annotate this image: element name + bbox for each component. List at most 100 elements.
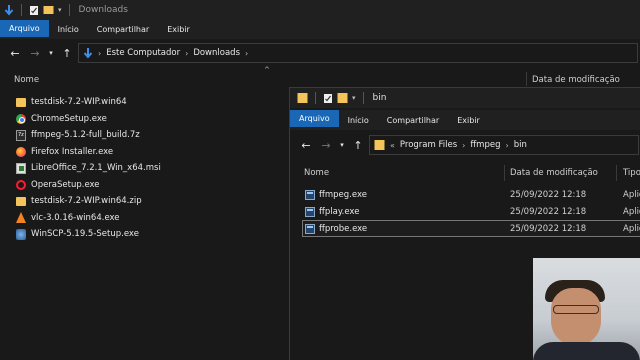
divider	[21, 4, 22, 16]
back-arrow-icon[interactable]: ←	[6, 44, 24, 62]
address-bar[interactable]: › Este Computador › Downloads ›	[78, 43, 638, 63]
divider	[315, 92, 316, 104]
list-item[interactable]: OperaSetup.exe	[16, 177, 161, 194]
file-name: ffprobe.exe	[319, 223, 368, 234]
list-item[interactable]: WinSCP-5.19.5-Setup.exe	[16, 226, 161, 243]
tab-arquivo[interactable]: Arquivo	[290, 110, 339, 127]
recent-locations-icon[interactable]: ▾	[46, 44, 56, 62]
file-name: LibreOffice_7.2.1_Win_x64.msi	[31, 163, 161, 174]
column-header-name[interactable]: Nome	[14, 71, 39, 89]
up-arrow-icon[interactable]: ↑	[349, 136, 367, 154]
list-item[interactable]: ffprobe.exe 25/09/2022 12:18 Aplic	[302, 220, 640, 237]
webcam-face	[551, 288, 601, 346]
webcam-shirt	[533, 342, 640, 360]
column-divider[interactable]	[504, 165, 505, 181]
title-bar: ▾ Downloads	[0, 0, 640, 20]
list-item[interactable]: ChromeSetup.exe	[16, 111, 161, 128]
list-item[interactable]: ffplay.exe 25/09/2022 12:18 Aplic	[290, 203, 640, 220]
column-header-date[interactable]: Data de modificação	[510, 164, 598, 182]
tab-compartilhar[interactable]: Compartilhar	[88, 20, 158, 39]
chevron-right-icon[interactable]: ›	[462, 141, 465, 150]
vlc-icon	[16, 212, 26, 224]
chevron-right-icon[interactable]: ›	[506, 141, 509, 150]
exe-icon	[305, 206, 315, 217]
customize-toolbar-icon[interactable]: ▾	[58, 6, 62, 14]
folder-icon[interactable]	[43, 5, 54, 15]
webcam-overlay	[533, 258, 640, 360]
recent-locations-icon[interactable]: ▾	[337, 136, 347, 154]
breadcrumb-overflow[interactable]: «	[390, 141, 395, 150]
forward-arrow-icon[interactable]: →	[26, 44, 44, 62]
breadcrumb-item[interactable]: Program Files	[400, 140, 457, 150]
list-item[interactable]: ffmpeg.exe 25/09/2022 12:18 Aplic	[290, 186, 640, 203]
webcam-glasses	[553, 305, 599, 314]
breadcrumb-item[interactable]: ffmpeg	[470, 140, 500, 150]
up-arrow-icon[interactable]: ↑	[58, 44, 76, 62]
folder-icon[interactable]	[337, 92, 348, 104]
file-name: Firefox Installer.exe	[31, 146, 114, 157]
file-type: Aplic	[623, 189, 640, 200]
customize-toolbar-icon[interactable]: ▾	[352, 94, 356, 102]
msi-icon	[16, 162, 26, 174]
quick-access-toolbar: ▾	[290, 88, 367, 108]
sort-up-icon: ^	[264, 66, 270, 74]
back-arrow-icon[interactable]: ←	[297, 136, 315, 154]
properties-icon[interactable]	[323, 93, 333, 104]
list-item[interactable]: ffmpeg-5.1.2-full_build.7z	[16, 127, 161, 144]
column-divider[interactable]	[616, 165, 617, 181]
tab-inicio[interactable]: Início	[339, 110, 378, 130]
list-item[interactable]: Firefox Installer.exe	[16, 144, 161, 161]
quick-access-toolbar: ▾	[0, 0, 73, 20]
folder-icon	[374, 140, 385, 150]
7zip-icon	[16, 129, 26, 141]
list-item[interactable]: LibreOffice_7.2.1_Win_x64.msi	[16, 160, 161, 177]
tab-exibir[interactable]: Exibir	[158, 20, 199, 39]
tab-exibir[interactable]: Exibir	[448, 110, 489, 130]
file-type: Aplic	[623, 223, 640, 234]
properties-icon[interactable]	[29, 5, 39, 16]
column-header-name[interactable]: Nome	[304, 164, 329, 182]
column-header-type[interactable]: Tipo	[623, 164, 640, 182]
folder-icon[interactable]	[297, 92, 308, 104]
file-name: ffmpeg.exe	[319, 189, 367, 200]
list-item[interactable]: testdisk-7.2-WIP.win64.zip	[16, 193, 161, 210]
file-date: 25/09/2022 12:18	[510, 206, 587, 217]
window-title: Downloads	[78, 5, 128, 15]
arrow-down-icon[interactable]	[4, 4, 14, 16]
file-name: vlc-3.0.16-win64.exe	[31, 212, 120, 223]
window-title: bin	[372, 93, 387, 103]
downloads-icon	[83, 48, 93, 59]
file-list: testdisk-7.2-WIP.win64 ChromeSetup.exe f…	[16, 94, 161, 243]
breadcrumb-item[interactable]: bin	[514, 140, 527, 150]
chevron-right-icon[interactable]: ›	[185, 49, 188, 58]
column-divider[interactable]	[526, 72, 527, 86]
tab-inicio[interactable]: Início	[49, 20, 88, 39]
navigation-bar: ← → ▾ ↑ › Este Computador › Downloads ›	[0, 41, 640, 65]
list-item[interactable]: testdisk-7.2-WIP.win64	[16, 94, 161, 111]
file-name: ffplay.exe	[319, 206, 360, 217]
divider	[68, 4, 70, 16]
breadcrumb-item[interactable]: Este Computador	[106, 48, 180, 58]
file-name: OperaSetup.exe	[31, 179, 100, 190]
file-name: ffmpeg-5.1.2-full_build.7z	[31, 130, 140, 141]
chevron-right-icon[interactable]: ›	[98, 49, 101, 58]
zip-folder-icon	[16, 196, 26, 206]
navigation-bar: ← → ▾ ↑ « Program Files › ffmpeg › bin	[290, 133, 640, 157]
forward-arrow-icon[interactable]: →	[317, 136, 335, 154]
file-name: testdisk-7.2-WIP.win64.zip	[31, 196, 142, 207]
file-name: ChromeSetup.exe	[31, 113, 107, 124]
file-name: WinSCP-5.19.5-Setup.exe	[31, 229, 139, 240]
ribbon-tabs: Arquivo Início Compartilhar Exibir	[290, 110, 640, 130]
chevron-right-icon[interactable]: ›	[245, 49, 248, 58]
firefox-icon	[16, 146, 26, 157]
breadcrumb-item[interactable]: Downloads	[193, 48, 240, 58]
file-date: 25/09/2022 12:18	[510, 189, 587, 200]
tab-arquivo[interactable]: Arquivo	[0, 20, 49, 37]
file-name: testdisk-7.2-WIP.win64	[31, 97, 127, 108]
tab-compartilhar[interactable]: Compartilhar	[378, 110, 448, 130]
winscp-icon	[16, 228, 26, 240]
opera-icon	[16, 179, 26, 190]
list-item[interactable]: vlc-3.0.16-win64.exe	[16, 210, 161, 227]
address-bar[interactable]: « Program Files › ffmpeg › bin	[369, 135, 639, 155]
exe-icon	[305, 223, 315, 234]
